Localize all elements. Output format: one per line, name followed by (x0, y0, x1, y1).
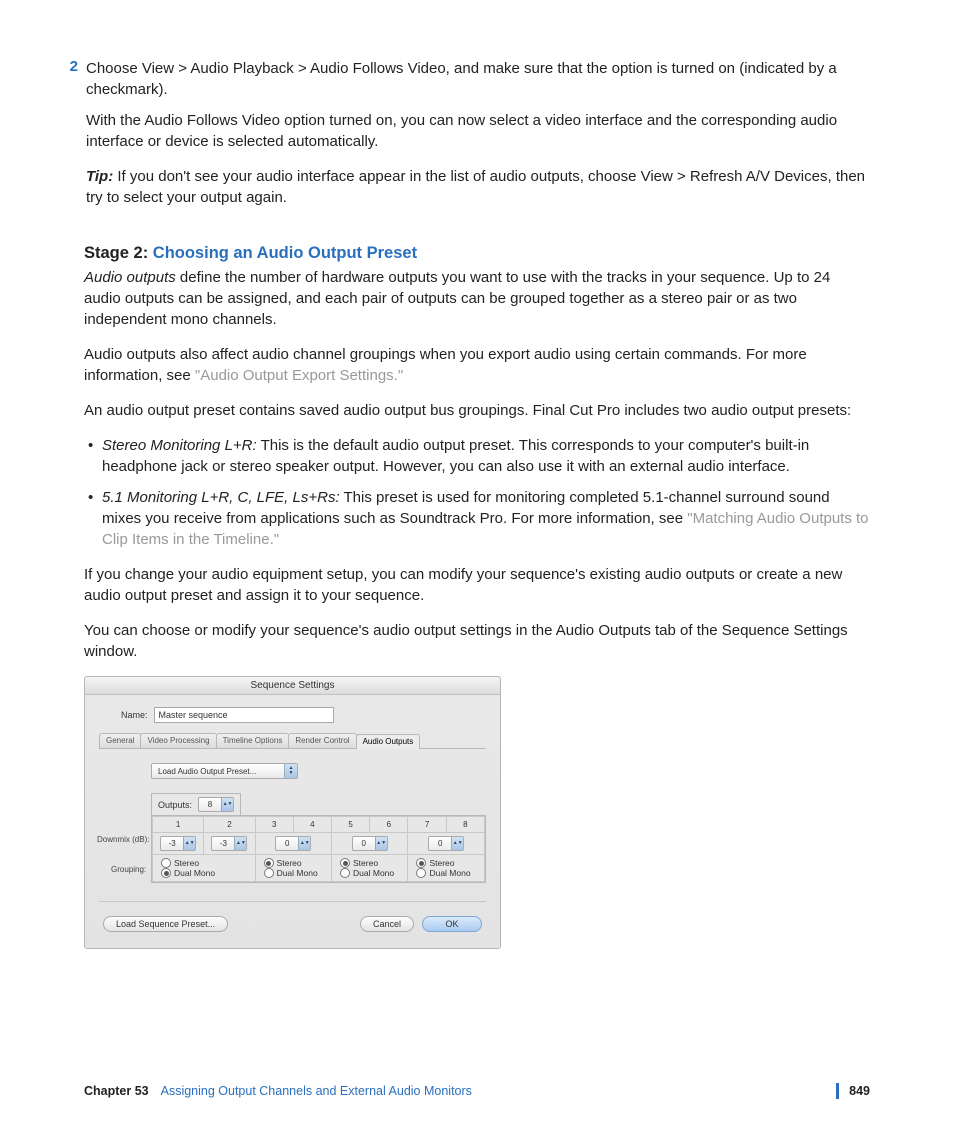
col-header: 5 (332, 817, 370, 833)
dropdown-text: Load Audio Output Preset... (152, 767, 284, 776)
radio-label: Dual Mono (353, 868, 394, 878)
para-modify: If you change your audio equipment setup… (84, 564, 870, 606)
stepper-value: 0 (276, 839, 298, 848)
sequence-settings-window: Sequence Settings Name: Master sequence … (84, 676, 501, 949)
list-item: Stereo Monitoring L+R: This is the defau… (102, 435, 870, 477)
radio-stereo[interactable]: Stereo (157, 858, 251, 868)
footer-page-number: 849 (849, 1084, 870, 1098)
link-export-settings[interactable]: "Audio Output Export Settings." (195, 367, 403, 384)
tab-audio-outputs[interactable]: Audio Outputs (356, 734, 421, 749)
page-footer: Chapter 53 Assigning Output Channels and… (84, 1083, 870, 1099)
radio-label: Dual Mono (277, 868, 318, 878)
radio-label: Stereo (174, 858, 199, 868)
step-number: 2 (58, 58, 78, 222)
para-audio-outputs-def: Audio outputs define the number of hardw… (84, 267, 870, 330)
chevron-updown-icon: ▲▼ (234, 837, 246, 850)
cancel-button[interactable]: Cancel (360, 916, 414, 932)
stepper-value: -3 (212, 839, 234, 848)
radio-dual-mono[interactable]: Dual Mono (336, 868, 403, 878)
downmix-stepper[interactable]: 0▲▼ (428, 836, 464, 851)
radio-label: Dual Mono (174, 868, 215, 878)
radio-dual-mono[interactable]: Dual Mono (260, 868, 327, 878)
tip-label: Tip: (86, 168, 113, 185)
chevron-updown-icon: ▲▼ (284, 764, 297, 778)
outputs-label: Outputs: (158, 800, 192, 810)
para-choose: You can choose or modify your sequence's… (84, 620, 870, 662)
heading-prefix: Stage 2: (84, 244, 153, 262)
col-header: 3 (255, 817, 293, 833)
tab-render-control[interactable]: Render Control (288, 733, 356, 748)
radio-label: Stereo (277, 858, 302, 868)
bullet-em: 5.1 Monitoring L+R, C, LFE, Ls+Rs: (102, 489, 340, 506)
downmix-label: Downmix (dB): (97, 835, 149, 844)
radio-dual-mono[interactable]: Dual Mono (157, 868, 251, 878)
tip-paragraph: Tip: If you don't see your audio interfa… (86, 166, 870, 208)
stepper-value: -3 (161, 839, 183, 848)
tab-video-processing[interactable]: Video Processing (140, 733, 216, 748)
para-body-2: Audio outputs also affect audio channel … (84, 346, 807, 384)
footer-title: Assigning Output Channels and External A… (161, 1084, 472, 1098)
chevron-updown-icon: ▲▼ (451, 837, 463, 850)
stepper-value: 0 (353, 839, 375, 848)
chevron-updown-icon: ▲▼ (375, 837, 387, 850)
col-header: 2 (204, 817, 255, 833)
chevron-updown-icon: ▲▼ (221, 798, 233, 811)
tip-text: If you don't see your audio interface ap… (86, 168, 865, 206)
window-title: Sequence Settings (85, 677, 500, 695)
chevron-updown-icon: ▲▼ (183, 837, 195, 850)
list-item: 5.1 Monitoring L+R, C, LFE, Ls+Rs: This … (102, 487, 870, 550)
para-body: define the number of hardware outputs yo… (84, 269, 830, 328)
col-header: 1 (153, 817, 204, 833)
preset-list: Stereo Monitoring L+R: This is the defau… (84, 435, 870, 550)
tab-timeline-options[interactable]: Timeline Options (216, 733, 290, 748)
load-audio-output-preset-dropdown[interactable]: Load Audio Output Preset... ▲▼ (151, 763, 298, 779)
step-text: Choose View > Audio Playback > Audio Fol… (86, 58, 870, 100)
outputs-value: 8 (199, 800, 221, 809)
load-sequence-preset-button[interactable]: Load Sequence Preset... (103, 916, 228, 932)
footer-bar (836, 1083, 839, 1099)
radio-stereo[interactable]: Stereo (412, 858, 480, 868)
chevron-updown-icon: ▲▼ (298, 837, 310, 850)
col-header: 4 (293, 817, 331, 833)
heading-title: Choosing an Audio Output Preset (153, 244, 417, 262)
tab-bar: General Video Processing Timeline Option… (99, 733, 486, 749)
col-header: 7 (408, 817, 446, 833)
radio-stereo[interactable]: Stereo (260, 858, 327, 868)
step-sub-para-1: With the Audio Follows Video option turn… (86, 110, 870, 152)
tab-general[interactable]: General (99, 733, 141, 748)
divider (99, 901, 486, 902)
downmix-stepper[interactable]: -3▲▼ (160, 836, 196, 851)
radio-label: Stereo (429, 858, 454, 868)
outputs-grid: 1 2 3 4 5 6 7 8 -3▲▼ (151, 815, 486, 883)
stepper-value: 0 (429, 839, 451, 848)
para-export-info: Audio outputs also affect audio channel … (84, 344, 870, 386)
stage-2-heading: Stage 2: Choosing an Audio Output Preset (84, 244, 870, 263)
outputs-stepper[interactable]: 8 ▲▼ (198, 797, 234, 812)
downmix-stepper[interactable]: -3▲▼ (211, 836, 247, 851)
para-em: Audio outputs (84, 269, 176, 286)
radio-label: Stereo (353, 858, 378, 868)
footer-chapter: Chapter 53 (84, 1084, 149, 1098)
downmix-stepper[interactable]: 0▲▼ (352, 836, 388, 851)
col-header: 6 (370, 817, 408, 833)
radio-label: Dual Mono (429, 868, 470, 878)
bullet-em: Stereo Monitoring L+R: (102, 437, 257, 454)
para-preset-intro: An audio output preset contains saved au… (84, 400, 870, 421)
name-field[interactable]: Master sequence (154, 707, 334, 723)
ok-button[interactable]: OK (422, 916, 482, 932)
downmix-stepper[interactable]: 0▲▼ (275, 836, 311, 851)
grouping-label: Grouping: (111, 865, 146, 874)
name-label: Name: (121, 710, 148, 720)
col-header: 8 (446, 817, 484, 833)
radio-dual-mono[interactable]: Dual Mono (412, 868, 480, 878)
radio-stereo[interactable]: Stereo (336, 858, 403, 868)
